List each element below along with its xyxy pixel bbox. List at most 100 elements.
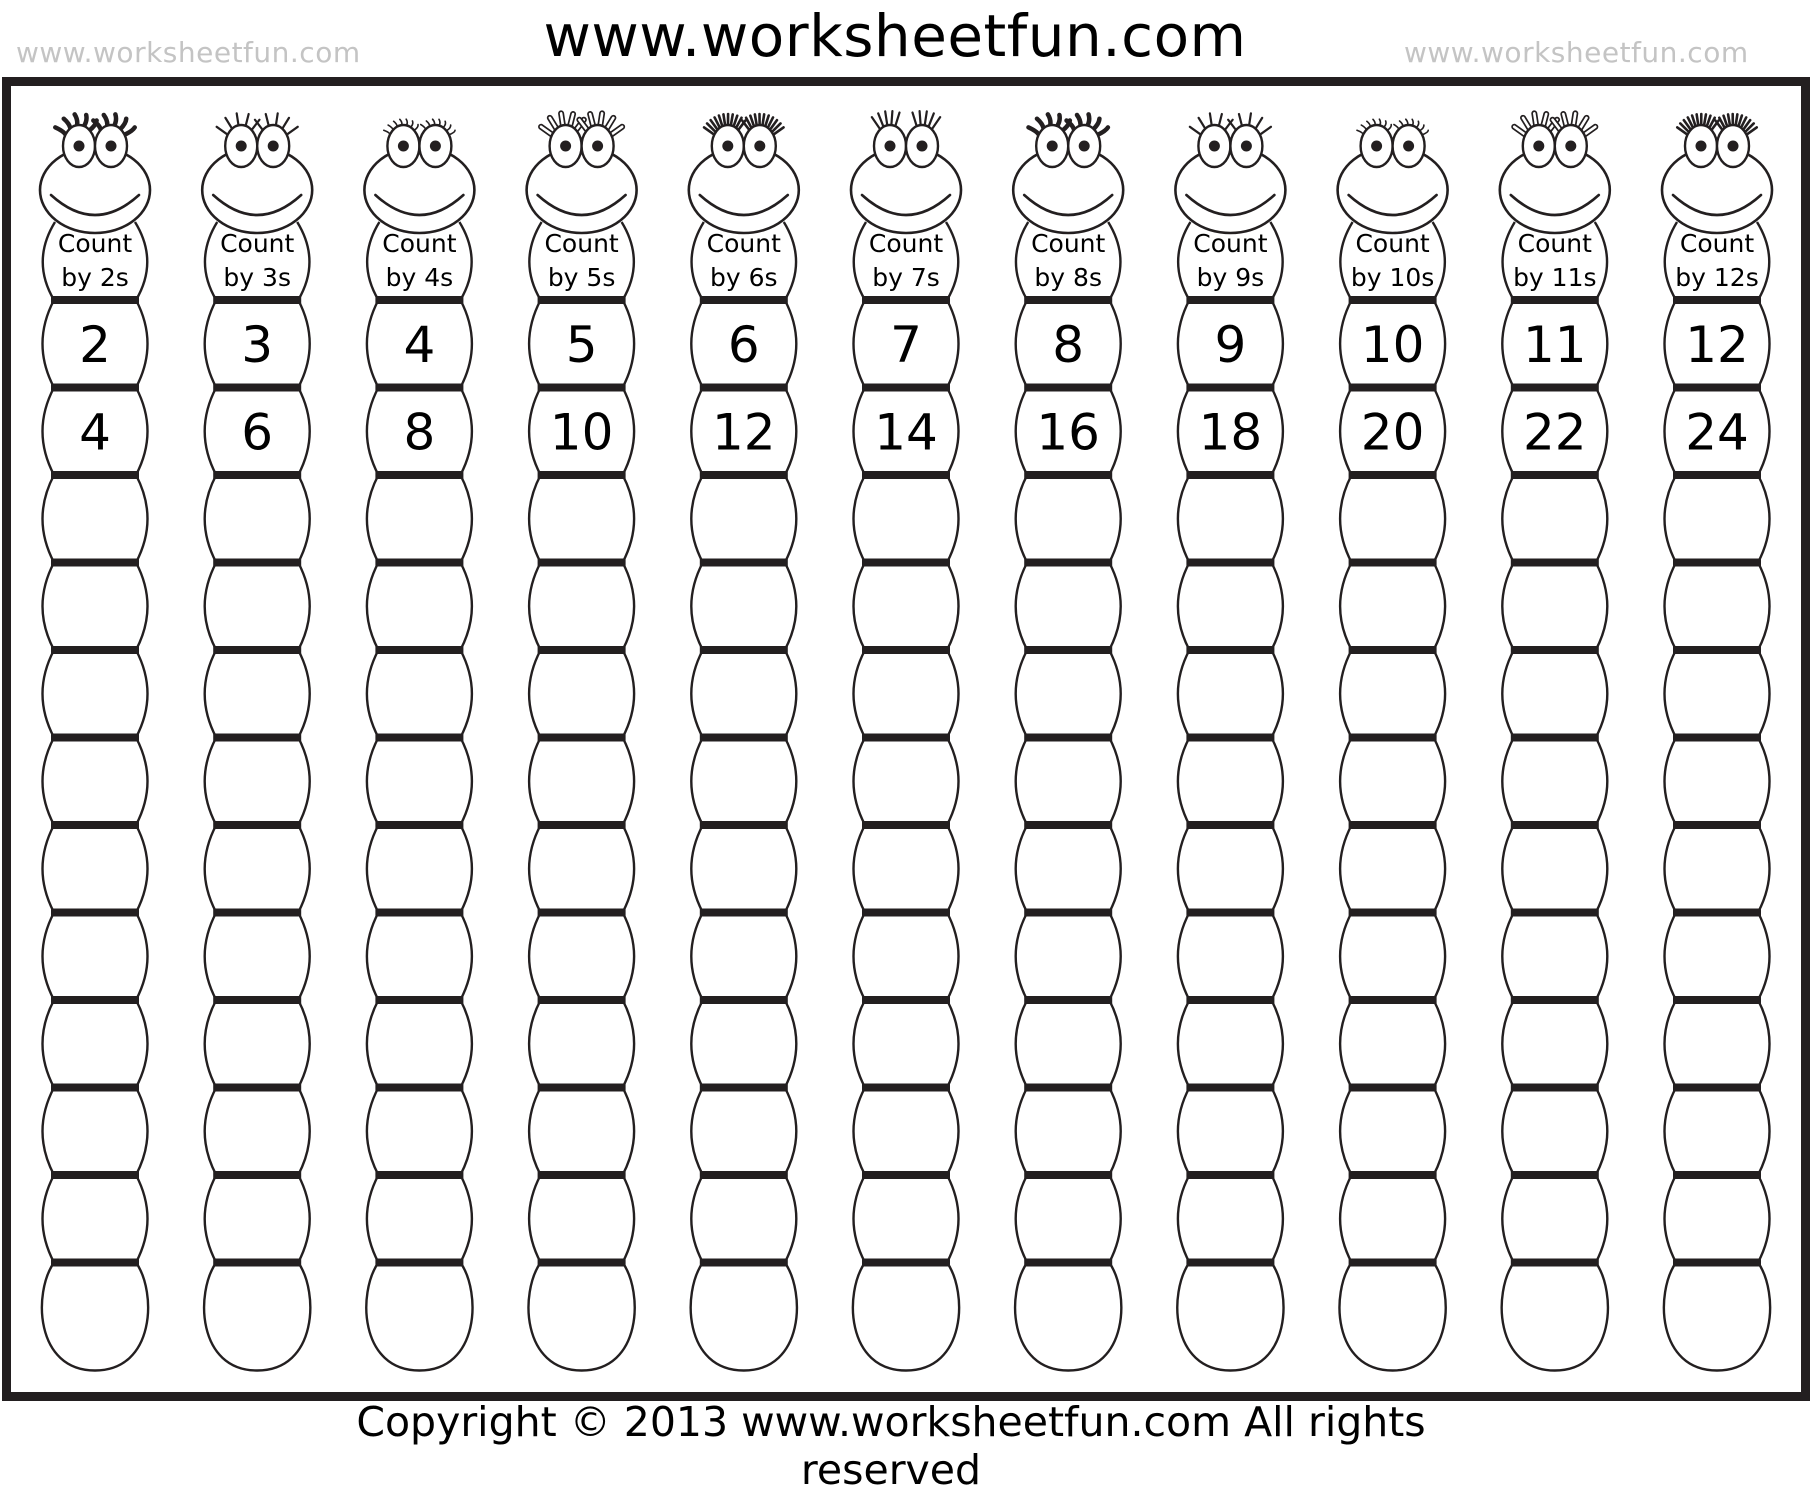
answer-blank-area[interactable] — [1028, 1183, 1108, 1255]
answer-blank-area[interactable] — [1515, 1271, 1595, 1363]
answer-blank-area[interactable] — [1190, 1271, 1270, 1363]
answer-blank-area[interactable] — [542, 571, 622, 643]
answer-blank-area[interactable] — [379, 571, 459, 643]
answer-blank-area[interactable] — [379, 483, 459, 555]
answer-blank-area[interactable] — [217, 483, 297, 555]
answer-blank-area[interactable] — [1353, 921, 1433, 993]
answer-blank-area[interactable] — [1677, 658, 1757, 730]
answer-blank-area[interactable] — [1677, 746, 1757, 818]
answer-blank-area[interactable] — [1515, 483, 1595, 555]
answer-blank-area[interactable] — [1190, 1008, 1270, 1080]
answer-blank-area[interactable] — [866, 1271, 946, 1363]
answer-blank-area[interactable] — [704, 483, 784, 555]
answer-blank-area[interactable] — [217, 1183, 297, 1255]
answer-blank-area[interactable] — [1677, 833, 1757, 905]
answer-blank-area[interactable] — [379, 1271, 459, 1363]
answer-blank-area[interactable] — [1515, 1008, 1595, 1080]
answer-blank-area[interactable] — [866, 1183, 946, 1255]
answer-blank-area[interactable] — [1353, 833, 1433, 905]
answer-blank-area[interactable] — [1353, 483, 1433, 555]
answer-blank-area[interactable] — [1353, 658, 1433, 730]
answer-blank-area[interactable] — [217, 571, 297, 643]
answer-blank-area[interactable] — [704, 1183, 784, 1255]
answer-blank-area[interactable] — [704, 1008, 784, 1080]
answer-blank-area[interactable] — [1515, 921, 1595, 993]
answer-blank-area[interactable] — [1515, 1096, 1595, 1168]
answer-blank-area[interactable] — [866, 1096, 946, 1168]
answer-blank-area[interactable] — [1353, 746, 1433, 818]
answer-blank-area[interactable] — [1677, 1096, 1757, 1168]
answer-blank-area[interactable] — [1353, 1096, 1433, 1168]
answer-blank-area[interactable] — [1190, 1096, 1270, 1168]
answer-blank-area[interactable] — [542, 921, 622, 993]
answer-blank-area[interactable] — [542, 746, 622, 818]
answer-blank-area[interactable] — [542, 658, 622, 730]
answer-blank-area[interactable] — [379, 1008, 459, 1080]
answer-blank-area[interactable] — [542, 1008, 622, 1080]
answer-blank-area[interactable] — [704, 1096, 784, 1168]
answer-blank-area[interactable] — [704, 1271, 784, 1363]
answer-blank-area[interactable] — [379, 1183, 459, 1255]
answer-blank-area[interactable] — [1028, 1008, 1108, 1080]
answer-blank-area[interactable] — [217, 1271, 297, 1363]
answer-blank-area[interactable] — [1515, 833, 1595, 905]
answer-blank-area[interactable] — [55, 571, 135, 643]
answer-blank-area[interactable] — [55, 1183, 135, 1255]
answer-blank-area[interactable] — [1028, 658, 1108, 730]
answer-blank-area[interactable] — [542, 833, 622, 905]
answer-blank-area[interactable] — [217, 746, 297, 818]
answer-blank-area[interactable] — [1190, 921, 1270, 993]
answer-blank-area[interactable] — [1190, 833, 1270, 905]
answer-blank-area[interactable] — [1353, 1271, 1433, 1363]
answer-blank-area[interactable] — [217, 921, 297, 993]
answer-blank-area[interactable] — [1190, 571, 1270, 643]
answer-blank-area[interactable] — [866, 483, 946, 555]
answer-blank-area[interactable] — [704, 658, 784, 730]
answer-blank-area[interactable] — [1028, 921, 1108, 993]
answer-blank-area[interactable] — [379, 1096, 459, 1168]
answer-blank-area[interactable] — [1353, 571, 1433, 643]
answer-blank-area[interactable] — [55, 921, 135, 993]
answer-blank-area[interactable] — [866, 833, 946, 905]
answer-blank-area[interactable] — [379, 658, 459, 730]
answer-blank-area[interactable] — [1028, 746, 1108, 818]
answer-blank-area[interactable] — [379, 921, 459, 993]
answer-blank-area[interactable] — [55, 483, 135, 555]
answer-blank-area[interactable] — [1190, 1183, 1270, 1255]
answer-blank-area[interactable] — [217, 1096, 297, 1168]
answer-blank-area[interactable] — [1677, 483, 1757, 555]
answer-blank-area[interactable] — [1028, 483, 1108, 555]
answer-blank-area[interactable] — [1677, 1008, 1757, 1080]
answer-blank-area[interactable] — [1677, 1183, 1757, 1255]
answer-blank-area[interactable] — [1677, 571, 1757, 643]
answer-blank-area[interactable] — [1515, 658, 1595, 730]
answer-blank-area[interactable] — [704, 746, 784, 818]
answer-blank-area[interactable] — [542, 1183, 622, 1255]
answer-blank-area[interactable] — [1028, 571, 1108, 643]
answer-blank-area[interactable] — [1028, 1271, 1108, 1363]
answer-blank-area[interactable] — [704, 571, 784, 643]
answer-blank-area[interactable] — [217, 833, 297, 905]
answer-blank-area[interactable] — [55, 746, 135, 818]
answer-blank-area[interactable] — [1028, 833, 1108, 905]
answer-blank-area[interactable] — [55, 1096, 135, 1168]
answer-blank-area[interactable] — [1190, 483, 1270, 555]
answer-blank-area[interactable] — [1677, 1271, 1757, 1363]
answer-blank-area[interactable] — [866, 571, 946, 643]
answer-blank-area[interactable] — [1353, 1183, 1433, 1255]
answer-blank-area[interactable] — [704, 833, 784, 905]
answer-blank-area[interactable] — [1515, 571, 1595, 643]
answer-blank-area[interactable] — [542, 1271, 622, 1363]
answer-blank-area[interactable] — [217, 658, 297, 730]
answer-blank-area[interactable] — [55, 658, 135, 730]
answer-blank-area[interactable] — [866, 1008, 946, 1080]
answer-blank-area[interactable] — [866, 921, 946, 993]
answer-blank-area[interactable] — [217, 1008, 297, 1080]
answer-blank-area[interactable] — [542, 483, 622, 555]
answer-blank-area[interactable] — [55, 1008, 135, 1080]
answer-blank-area[interactable] — [1190, 658, 1270, 730]
answer-blank-area[interactable] — [542, 1096, 622, 1168]
answer-blank-area[interactable] — [379, 746, 459, 818]
answer-blank-area[interactable] — [1677, 921, 1757, 993]
answer-blank-area[interactable] — [55, 833, 135, 905]
